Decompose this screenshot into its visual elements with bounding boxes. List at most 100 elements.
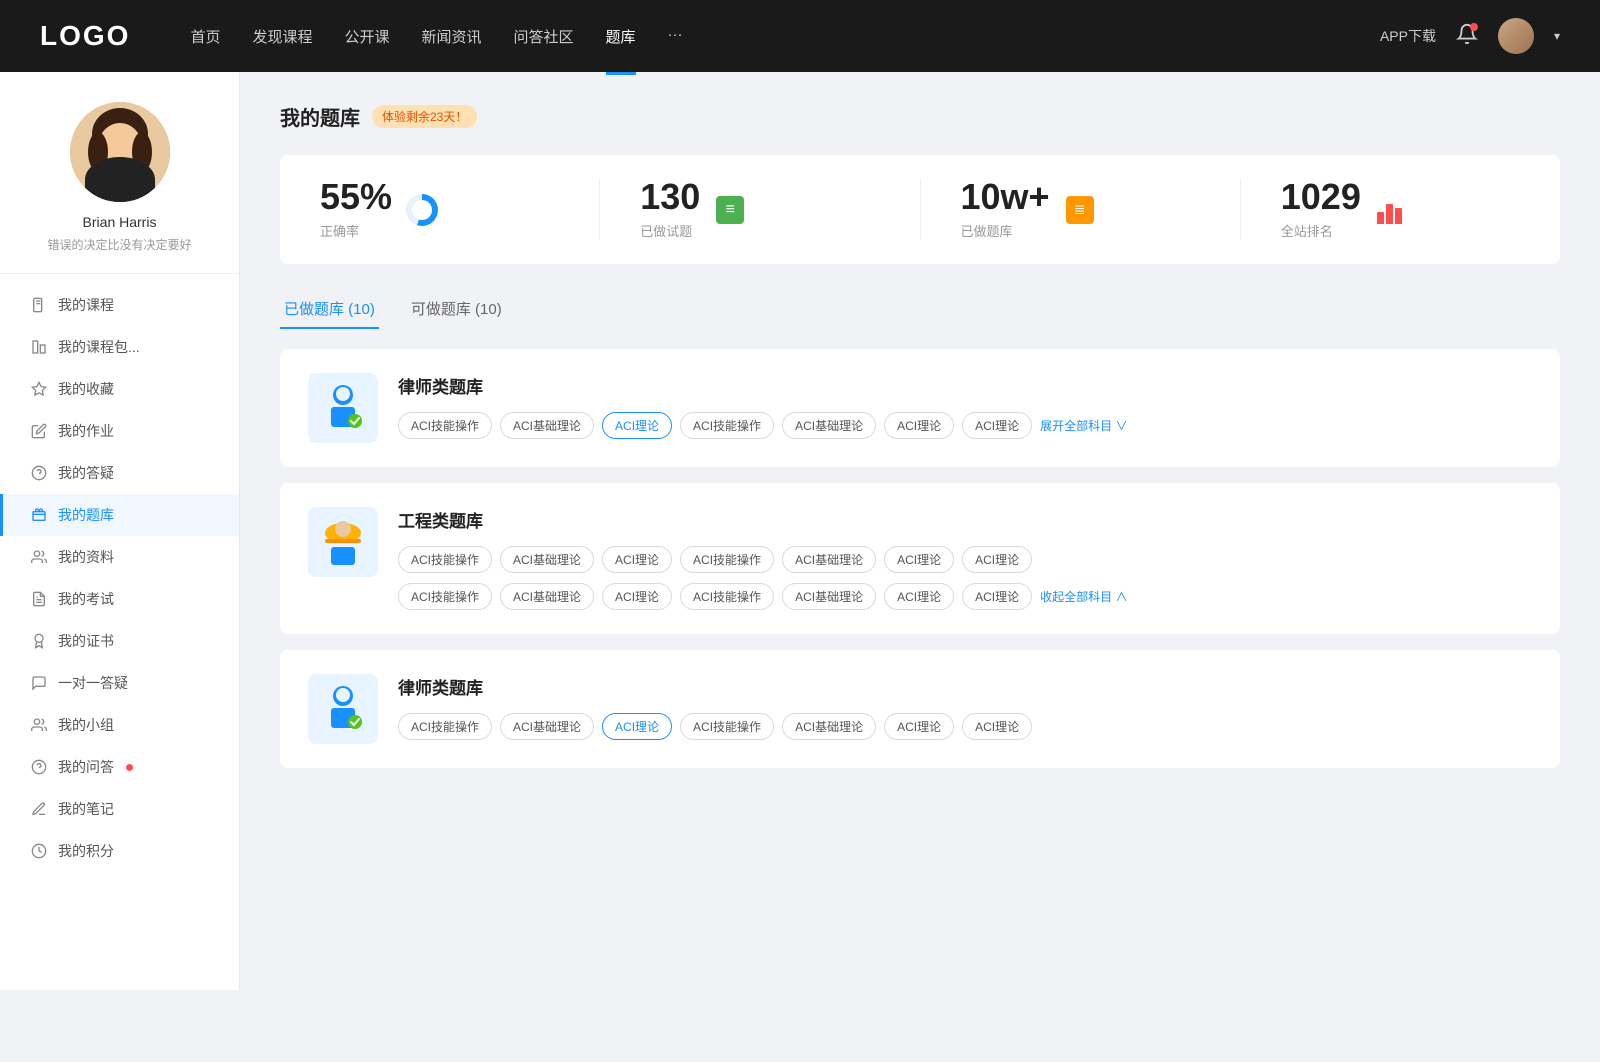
bank-card-1: 工程类题库 ACI技能操作 ACI基础理论 ACI理论 ACI技能操作 ACI基… [280, 483, 1560, 634]
stat-label-rank: 全站排名 [1281, 221, 1361, 240]
stat-label-accuracy: 正确率 [320, 221, 392, 240]
bank-tag-1-4[interactable]: ACI基础理论 [782, 546, 876, 573]
bank-tag-2-5[interactable]: ACI理论 [884, 713, 954, 740]
sidebar: Brian Harris 错误的决定比没有决定要好 我的课程 我的课程包... [0, 72, 240, 990]
bank-tag-1-3[interactable]: ACI技能操作 [680, 546, 774, 573]
bank-tag-1-6[interactable]: ACI理论 [962, 546, 1032, 573]
bank-tag-1-0[interactable]: ACI技能操作 [398, 546, 492, 573]
bank-tag-2-3[interactable]: ACI技能操作 [680, 713, 774, 740]
main-layout: Brian Harris 错误的决定比没有决定要好 我的课程 我的课程包... [0, 72, 1600, 990]
notification-bell[interactable] [1456, 23, 1478, 50]
sidebar-item-course-package[interactable]: 我的课程包... [0, 326, 239, 368]
bank-icon-lawyer-0 [308, 373, 378, 443]
nav-open-course[interactable]: 公开课 [344, 22, 389, 51]
page-title: 我的题库 [280, 102, 360, 131]
bank-tag-1-5[interactable]: ACI理论 [884, 546, 954, 573]
sidebar-profile: Brian Harris 错误的决定比没有决定要好 [0, 102, 239, 274]
bank-tag-0-3[interactable]: ACI技能操作 [680, 412, 774, 439]
stat-accuracy: 55% 正确率 [280, 179, 600, 240]
tab-done-banks[interactable]: 已做题库 (10) [280, 288, 379, 329]
team-icon [30, 716, 48, 734]
bank-tag-2-1[interactable]: ACI基础理论 [500, 713, 594, 740]
nav-discover[interactable]: 发现课程 [252, 22, 312, 51]
sidebar-item-group[interactable]: 我的小组 [0, 704, 239, 746]
navbar-right: APP下载 ▾ [1380, 18, 1560, 54]
bank-tag-0-4[interactable]: ACI基础理论 [782, 412, 876, 439]
bank-tag-1-r2-4[interactable]: ACI基础理论 [782, 583, 876, 610]
bank-tag-1-r2-3[interactable]: ACI技能操作 [680, 583, 774, 610]
bank-collapse-1[interactable]: 收起全部科目 ∧ [1040, 588, 1127, 605]
bank-tabs: 已做题库 (10) 可做题库 (10) [280, 288, 1560, 329]
sidebar-label-homework: 我的作业 [58, 421, 114, 441]
bank-tag-0-6[interactable]: ACI理论 [962, 412, 1032, 439]
sidebar-item-qa[interactable]: 我的答疑 [0, 452, 239, 494]
tab-available-banks[interactable]: 可做题库 (10) [407, 288, 506, 329]
bank-tag-0-1[interactable]: ACI基础理论 [500, 412, 594, 439]
nav-qa[interactable]: 问答社区 [514, 22, 574, 51]
bank-tag-0-2[interactable]: ACI理论 [602, 412, 672, 439]
bank-tag-2-4[interactable]: ACI基础理论 [782, 713, 876, 740]
sidebar-item-exam[interactable]: 我的考试 [0, 578, 239, 620]
bank-tag-0-0[interactable]: ACI技能操作 [398, 412, 492, 439]
bank-tags-1: ACI技能操作 ACI基础理论 ACI理论 ACI技能操作 ACI基础理论 AC… [398, 546, 1532, 573]
sidebar-item-my-qa[interactable]: 我的问答 [0, 746, 239, 788]
bank-tag-2-6[interactable]: ACI理论 [962, 713, 1032, 740]
sidebar-item-certificate[interactable]: 我的证书 [0, 620, 239, 662]
bank-tag-1-r2-1[interactable]: ACI基础理论 [500, 583, 594, 610]
bank-expand-0[interactable]: 展开全部科目 ∨ [1040, 417, 1127, 434]
user-group-icon [30, 548, 48, 566]
coin-icon [30, 842, 48, 860]
user-menu-chevron[interactable]: ▾ [1554, 29, 1560, 43]
sidebar-item-my-course[interactable]: 我的课程 [0, 284, 239, 326]
bank-tag-1-r2-5[interactable]: ACI理论 [884, 583, 954, 610]
app-download-button[interactable]: APP下载 [1380, 26, 1436, 46]
profile-motto: 错误的决定比没有决定要好 [47, 236, 191, 253]
sidebar-label-profile-data: 我的资料 [58, 547, 114, 567]
sidebar-item-homework[interactable]: 我的作业 [0, 410, 239, 452]
sidebar-label-bank: 我的题库 [58, 505, 114, 525]
bank-tag-2-2[interactable]: ACI理论 [602, 713, 672, 740]
sidebar-label-group: 我的小组 [58, 715, 114, 735]
my-qa-dot [126, 764, 133, 771]
sidebar-item-profile-data[interactable]: 我的资料 [0, 536, 239, 578]
bank-icon [30, 506, 48, 524]
stat-done-questions: 130 已做试题 ≡ [600, 179, 920, 240]
question-icon-shape: ≣ [1066, 196, 1094, 224]
nav-bank[interactable]: 题库 [606, 22, 636, 51]
bank-tag-1-r2-0[interactable]: ACI技能操作 [398, 583, 492, 610]
edit-icon [30, 422, 48, 440]
message-icon [30, 674, 48, 692]
nav-news[interactable]: 新闻资讯 [422, 22, 482, 51]
nav-more[interactable]: ··· [668, 22, 683, 51]
chart-icon-shape [1377, 196, 1405, 224]
sidebar-item-points[interactable]: 我的积分 [0, 830, 239, 872]
question-circle-icon [30, 464, 48, 482]
user-avatar[interactable] [1498, 18, 1534, 54]
bank-name-2: 律师类题库 [398, 674, 1532, 699]
sidebar-item-one-on-one[interactable]: 一对一答疑 [0, 662, 239, 704]
bank-tag-2-0[interactable]: ACI技能操作 [398, 713, 492, 740]
stat-icon-note: ≡ [712, 192, 748, 228]
stat-ranking: 1029 全站排名 [1241, 179, 1560, 240]
sidebar-label-one-on-one: 一对一答疑 [58, 673, 128, 693]
stat-value-done-q: 130 [640, 179, 700, 215]
bank-tag-1-1[interactable]: ACI基础理论 [500, 546, 594, 573]
nav-home[interactable]: 首页 [190, 22, 220, 51]
avatar-image [1498, 18, 1534, 54]
nav-menu: 首页 发现课程 公开课 新闻资讯 问答社区 题库 ··· [190, 22, 1340, 51]
sidebar-item-favorites[interactable]: 我的收藏 [0, 368, 239, 410]
bank-icon-lawyer-2 [308, 674, 378, 744]
sidebar-item-notes[interactable]: 我的笔记 [0, 788, 239, 830]
bank-tag-1-r2-6[interactable]: ACI理论 [962, 583, 1032, 610]
bank-tag-0-5[interactable]: ACI理论 [884, 412, 954, 439]
bank-icon-engineer-1 [308, 507, 378, 577]
sidebar-item-bank[interactable]: 我的题库 [0, 494, 239, 536]
stat-icon-chart [1373, 192, 1409, 228]
stat-label-done-q: 已做试题 [640, 221, 700, 240]
file-text-icon [30, 590, 48, 608]
bank-card-2: 律师类题库 ACI技能操作 ACI基础理论 ACI理论 ACI技能操作 ACI基… [280, 650, 1560, 768]
trial-badge: 体验剩余23天！ [372, 105, 477, 128]
bank-tag-1-2[interactable]: ACI理论 [602, 546, 672, 573]
bank-tag-1-r2-2[interactable]: ACI理论 [602, 583, 672, 610]
award-icon [30, 632, 48, 650]
